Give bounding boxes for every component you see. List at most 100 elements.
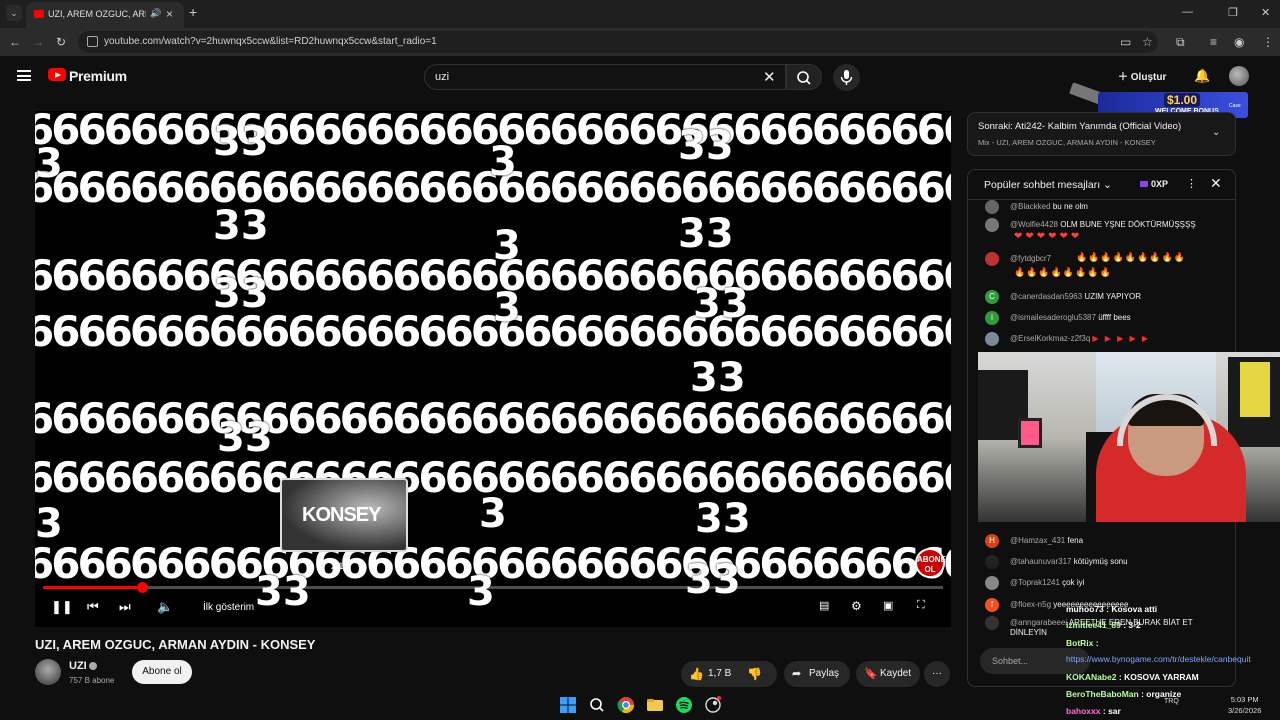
chat-author[interactable]: @fytdgbcr7 [1010,254,1051,263]
taskbar-search-icon[interactable] [587,695,607,715]
settings-gear-icon[interactable]: ⚙ [851,599,862,613]
window-close-icon[interactable]: ✕ [1261,6,1270,19]
bookmark-star-icon[interactable]: ☆ [1142,35,1153,49]
subscribe-button[interactable]: Abone ol [132,660,192,684]
fullscreen-icon[interactable]: ⛶ [917,599,925,612]
chat-avatar: H [985,534,999,548]
video-overlay-33: 33 [678,123,734,169]
minimize-icon[interactable]: — [1182,6,1193,18]
keyboard-language[interactable]: TRQ [1164,698,1179,705]
url-text[interactable]: youtube.com/watch?v=2huwnqx5ccw&list=RD2… [104,36,437,47]
video-pattern-row: 66666666666666666666666666666666666666 [35,394,951,443]
chat-close-icon[interactable]: ✕ [1210,175,1222,192]
overlay-chat-link[interactable]: https://www.bynogame.com/tr/destekle/can… [1066,654,1251,664]
back-icon[interactable]: ← [9,35,21,49]
reload-icon[interactable]: ↻ [56,35,66,49]
overlay-chat-line: muhoo73 : Kosova atti [1066,604,1158,614]
chat-author[interactable]: @ErselKorkmaz-z2f3q ▶ ▶ ▶ ▶ ▶ [1010,334,1150,343]
chat-author[interactable]: @tahaunuvar317 kötüymüş sonu [1010,557,1128,566]
create-button[interactable]: ＋ Oluştur [1118,68,1166,83]
voice-search-button[interactable] [833,64,860,91]
verified-badge-icon [89,662,97,670]
chat-more-icon[interactable]: ⋮ [1186,177,1197,190]
chat-author[interactable]: @Toprak1241 çok iyi [1010,578,1084,587]
video-overlay-33: 33 [217,415,273,461]
chat-author[interactable]: @Hamzax_431 fena [1010,536,1083,545]
share-button[interactable]: ➦ Paylaş [784,661,850,687]
webcam-poster [1018,418,1042,448]
system-clock[interactable]: 5:03 PM 3/26/2026 [1228,694,1261,716]
up-next-box[interactable]: Sonraki: Ati242- Kalbim Yanımda (Officia… [967,112,1236,156]
like-icon[interactable]: 👍 [689,661,704,687]
youtube-favicon-icon [34,10,44,18]
reading-list-icon[interactable]: ≡ [1210,35,1217,49]
spotify-icon[interactable] [674,695,694,715]
like-count[interactable]: 1,7 B [708,661,731,687]
extensions-icon[interactable]: ⧉ [1176,35,1185,50]
chat-author[interactable]: @canerdasdan5963 UZIM YAPIYOR [1010,292,1141,301]
notifications-bell-icon[interactable]: 🔔 [1194,68,1210,84]
subtitles-icon[interactable]: ▤ [819,599,829,612]
chrome-icon[interactable] [616,695,636,715]
previous-icon[interactable]: ⏮ [87,599,99,615]
dislike-icon[interactable]: 👎 [747,661,762,687]
file-explorer-icon[interactable] [645,695,665,715]
streamer-webcam-overlay [978,352,1280,522]
scrub-preview-thumbnail: KONSEY [280,478,408,552]
video-overlay-33: 33 [690,355,746,401]
video-overlay-3: 3 [467,569,495,615]
forward-icon[interactable]: → [32,35,44,49]
chat-author[interactable]: @ismailesaderoglu5387 üffff bees [1010,313,1131,322]
chevron-down-icon[interactable]: ⌄ [1212,127,1220,138]
taskbar [556,692,726,718]
chat-fires: 🔥🔥🔥🔥🔥🔥🔥🔥 [1014,267,1112,277]
chat-mode-dropdown[interactable]: Popüler sohbet mesajları ⌄ [984,179,1112,191]
search-input[interactable]: uzi ✕ [424,64,786,90]
steam-icon[interactable] [703,695,723,715]
clock-time: 5:03 PM [1230,695,1259,704]
windows-start-icon[interactable] [558,695,578,715]
like-dislike-group: 👍 1,7 B 👎 [681,661,777,687]
profile-icon[interactable]: ◉ [1234,35,1244,49]
progress-bar[interactable] [43,582,943,593]
channel-avatar[interactable] [35,659,61,685]
video-overlay-3: 3 [493,285,521,331]
site-info-icon[interactable] [87,36,98,47]
youtube-logo-icon[interactable] [48,68,66,81]
chat-xp-badge[interactable]: 0XP [1140,179,1168,189]
chat-avatar [985,218,999,232]
tab-audio-icon[interactable]: 🔊 [150,8,161,19]
next-video-title[interactable]: Sonraki: Ati242- Kalbim Yanımda (Officia… [978,121,1181,132]
chat-author[interactable]: @Wolfie4428 OLM BUNE YŞNE DÖKTÜRMÜŞŞŞŞ [1010,220,1196,229]
more-actions-button[interactable]: ··· [924,661,950,687]
browser-tab[interactable]: UZI, AREM OZGUC, ARMAN AYDIN - KONSEY 🔊 … [26,2,184,28]
subscribe-watermark[interactable]: ABONE OL [915,548,946,578]
volume-icon[interactable]: 🔈 [157,599,173,615]
chat-author[interactable]: @Blackked bu ne olm [1010,202,1088,211]
video-overlay-3: 3 [35,141,63,187]
cast-icon[interactable]: ▭ [1120,35,1131,49]
pause-icon[interactable]: ❚❚ [51,599,73,615]
browser-menu-icon[interactable]: ⋮ [1262,35,1274,49]
tab-title: UZI, AREM OZGUC, ARMAN AYDIN - KONSEY [48,9,146,19]
video-player[interactable]: 66666666666666666666666666666666666666 6… [35,111,951,627]
clear-search-icon[interactable]: ✕ [763,68,776,86]
tab-search-menu-icon[interactable]: ⌄ [6,5,22,21]
search-value[interactable]: uzi [435,71,449,83]
hamburger-menu-icon[interactable] [17,70,31,81]
miniplayer-icon[interactable]: ▣ [883,599,893,612]
chevron-down-icon: ⌄ [1100,179,1112,191]
progress-scrubber[interactable] [137,582,148,593]
search-button[interactable] [786,64,822,90]
save-button[interactable]: 🔖 Kaydet [856,661,920,687]
youtube-premium-brand[interactable]: Premium [69,68,127,84]
url-bar[interactable]: youtube.com/watch?v=2huwnqx5ccw&list=RD2… [78,31,1158,53]
next-icon[interactable]: ⏭ [119,599,131,615]
maximize-icon[interactable]: ❐ [1228,6,1238,19]
subscriber-count: 757 B abone [69,676,115,685]
account-avatar[interactable] [1229,66,1249,86]
new-tab-button[interactable]: + [189,4,197,20]
channel-name[interactable]: UZI [69,660,87,672]
chat-fires: 🔥🔥🔥🔥🔥🔥🔥🔥🔥 [1076,252,1186,262]
tab-close-icon[interactable]: × [166,7,173,21]
